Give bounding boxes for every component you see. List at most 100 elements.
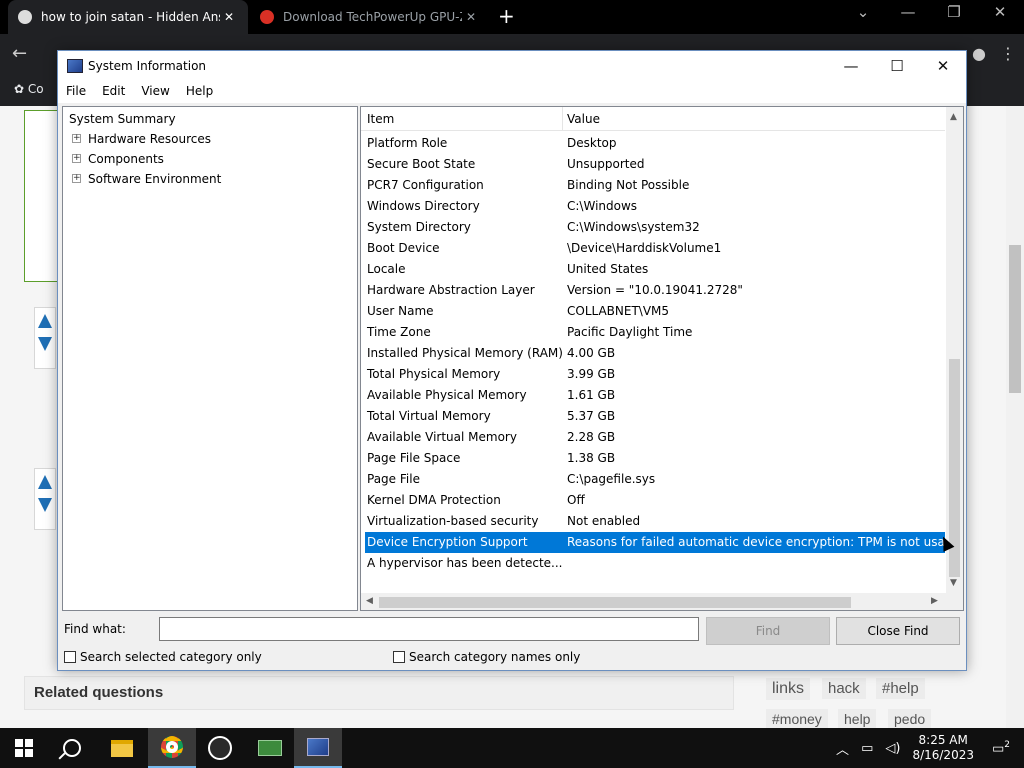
menu-help[interactable]: Help	[178, 81, 221, 103]
scroll-left-icon[interactable]: ◀	[366, 596, 373, 606]
table-row[interactable]: Installed Physical Memory (RAM) 4.00 GB	[365, 343, 945, 364]
app-taskbar[interactable]	[196, 728, 244, 768]
row-item: User Name	[367, 304, 434, 318]
close-icon[interactable]: ✕	[920, 51, 966, 81]
expand-icon[interactable]: +	[72, 174, 81, 183]
scroll-up-icon[interactable]: ▲	[950, 112, 957, 122]
table-row[interactable]: Available Physical Memory 1.61 GB	[365, 385, 945, 406]
tag-link[interactable]: help	[838, 709, 877, 728]
search-button[interactable]	[48, 728, 96, 768]
downvote-icon[interactable]	[38, 337, 52, 351]
menu-view[interactable]: View	[133, 81, 177, 103]
find-button[interactable]: Find	[706, 617, 830, 645]
tree-node-system-summary[interactable]: System Summary	[69, 112, 176, 126]
tag-link[interactable]: #help	[876, 678, 925, 699]
tag-link[interactable]: pedo	[888, 709, 932, 728]
menu-file[interactable]: File	[58, 81, 94, 103]
table-row[interactable]: PCR7 Configuration Binding Not Possible	[365, 175, 945, 196]
expand-icon[interactable]: +	[72, 154, 81, 163]
browser-restore-icon[interactable]: ❐	[934, 3, 974, 21]
table-row[interactable]: Secure Boot State Unsupported	[365, 154, 945, 175]
row-item: Page File	[367, 472, 420, 486]
table-row[interactable]: Windows Directory C:\Windows	[365, 196, 945, 217]
row-item: PCR7 Configuration	[367, 178, 484, 192]
table-row[interactable]: Hardware Abstraction Layer Version = "10.…	[365, 280, 945, 301]
back-arrow-icon[interactable]: ←	[12, 43, 27, 64]
file-explorer-taskbar[interactable]	[98, 728, 146, 768]
column-divider[interactable]	[562, 107, 563, 131]
page-scrollbar[interactable]	[1006, 106, 1024, 728]
row-item: Available Virtual Memory	[367, 430, 517, 444]
close-tab-icon[interactable]: ✕	[220, 10, 238, 24]
checkbox-icon[interactable]	[393, 651, 405, 663]
upvote-icon[interactable]	[38, 475, 52, 489]
table-row[interactable]: Device Encryption Support Reasons for fai…	[365, 532, 952, 553]
tab-title: how to join satan - Hidden Answ	[41, 10, 220, 24]
table-row[interactable]: Kernel DMA Protection Off	[365, 490, 945, 511]
tag-link[interactable]: links	[766, 678, 811, 700]
row-item: Installed Physical Memory (RAM)	[367, 346, 563, 360]
system-information-taskbar[interactable]	[294, 728, 342, 768]
tag-link[interactable]: #money	[766, 709, 828, 728]
scroll-right-icon[interactable]: ▶	[931, 596, 938, 606]
page-scrollbar-thumb[interactable]	[1009, 245, 1021, 393]
tree-node-software-environment[interactable]: Software Environment	[88, 172, 221, 186]
upvote-icon[interactable]	[38, 314, 52, 328]
table-row[interactable]: Available Virtual Memory 2.28 GB	[365, 427, 945, 448]
table-row[interactable]: Total Virtual Memory 5.37 GB	[365, 406, 945, 427]
start-button[interactable]	[0, 728, 48, 768]
menu-kebab-icon[interactable]: ⋮	[1000, 44, 1016, 63]
table-row[interactable]: Locale United States	[365, 259, 945, 280]
tree-node-hardware-resources[interactable]: Hardware Resources	[88, 132, 211, 146]
table-row[interactable]: Total Physical Memory 3.99 GB	[365, 364, 945, 385]
browser-tab-active[interactable]: how to join satan - Hidden Answ ✕	[8, 0, 248, 34]
checkbox-icon[interactable]	[64, 651, 76, 663]
show-hidden-icons-icon[interactable]: ︿	[836, 739, 849, 758]
expand-icon[interactable]: +	[72, 134, 81, 143]
gpu-z-taskbar[interactable]	[246, 728, 294, 768]
browser-tab[interactable]: Download TechPowerUp GPU-Z ✕	[252, 0, 488, 34]
minimize-icon[interactable]: —	[828, 51, 874, 81]
network-icon[interactable]: ▭	[861, 741, 873, 756]
title-bar[interactable]: System Information — ☐ ✕	[58, 51, 966, 81]
horizontal-scrollbar-thumb[interactable]	[379, 597, 851, 608]
row-item: Time Zone	[367, 325, 431, 339]
table-row[interactable]: Boot Device \Device\HarddiskVolume1	[365, 238, 945, 259]
bookmark-item[interactable]: ✿ Co	[14, 82, 44, 96]
find-what-input[interactable]	[159, 617, 699, 641]
volume-icon[interactable]: ◁)	[885, 741, 900, 756]
close-find-button[interactable]: Close Find	[836, 617, 960, 645]
row-value: Not enabled	[567, 514, 641, 528]
table-row[interactable]: Page File C:\pagefile.sys	[365, 469, 945, 490]
downvote-icon[interactable]	[38, 498, 52, 512]
tag-link[interactable]: hack	[822, 678, 866, 699]
chrome-icon	[161, 736, 183, 758]
maximize-icon[interactable]: ☐	[874, 51, 920, 81]
table-row[interactable]: Time Zone Pacific Daylight Time	[365, 322, 945, 343]
notification-icon[interactable]: ▭2	[992, 740, 1010, 756]
table-row[interactable]: User Name COLLABNET\VM5	[365, 301, 945, 322]
table-row[interactable]: System Directory C:\Windows\system32	[365, 217, 945, 238]
tab-search-icon[interactable]: ⌄	[843, 3, 883, 21]
column-header-value[interactable]: Value	[567, 112, 600, 126]
windows-start-icon	[15, 739, 33, 757]
table-row[interactable]: Page File Space 1.38 GB	[365, 448, 945, 469]
menu-edit[interactable]: Edit	[94, 81, 133, 103]
close-tab-icon[interactable]: ✕	[462, 10, 480, 24]
table-row[interactable]: Platform Role Desktop	[365, 133, 945, 154]
browser-close-icon[interactable]: ✕	[980, 3, 1020, 21]
table-row[interactable]: Virtualization-based security Not enabled	[365, 511, 945, 532]
chrome-taskbar[interactable]	[148, 728, 196, 768]
search-selected-category-checkbox[interactable]: Search selected category only	[64, 650, 262, 664]
column-header-item[interactable]: Item	[367, 112, 394, 126]
clock[interactable]: 8:25 AM 8/16/2023	[912, 733, 974, 763]
scroll-down-icon[interactable]: ▼	[950, 578, 957, 588]
browser-minimize-icon[interactable]: —	[888, 3, 928, 21]
row-item: A hypervisor has been detecte...	[367, 556, 563, 570]
tree-node-components[interactable]: Components	[88, 152, 164, 166]
search-category-names-checkbox[interactable]: Search category names only	[393, 650, 580, 664]
gpu-card-icon	[258, 740, 282, 756]
profile-icon[interactable]: ●	[972, 44, 986, 63]
table-row[interactable]: A hypervisor has been detecte...	[365, 553, 945, 574]
new-tab-button[interactable]: +	[498, 4, 515, 28]
